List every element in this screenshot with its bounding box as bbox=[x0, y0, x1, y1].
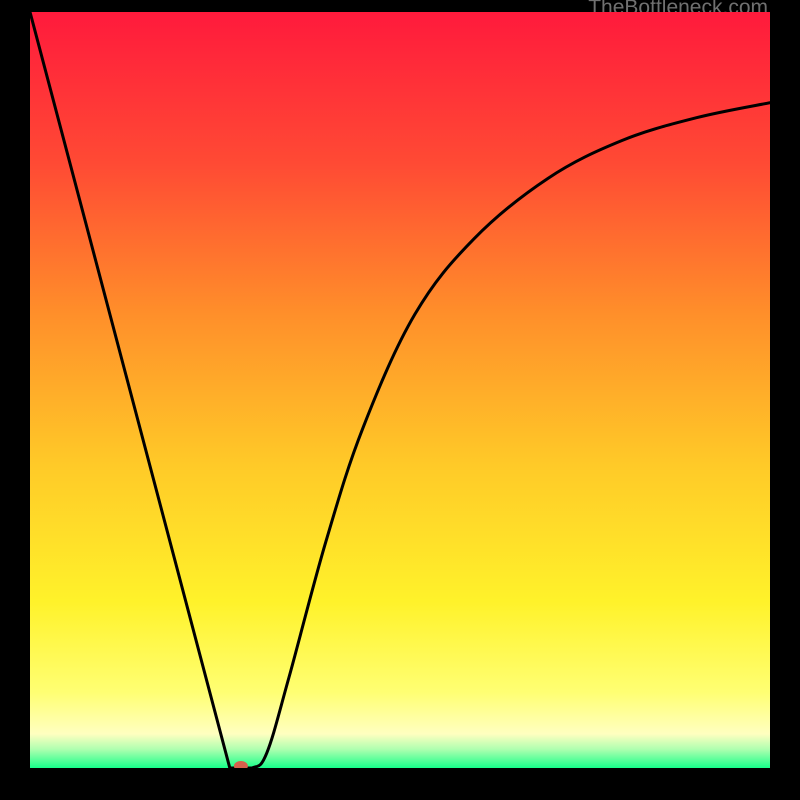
chart-background-gradient bbox=[30, 12, 770, 768]
chart-plot-area bbox=[30, 12, 770, 768]
bottleneck-chart-svg bbox=[30, 12, 770, 768]
